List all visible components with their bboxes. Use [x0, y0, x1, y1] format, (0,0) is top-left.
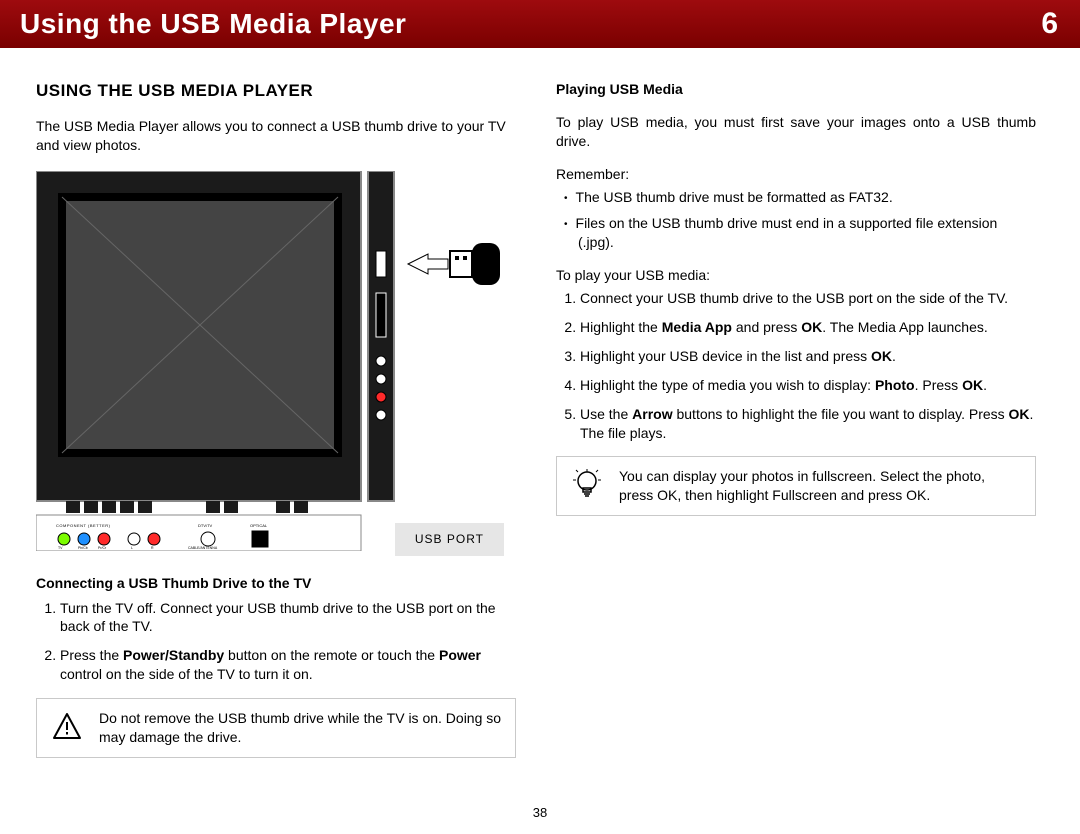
lightbulb-icon — [569, 467, 605, 503]
play-intro: To play USB media, you must first save y… — [556, 113, 1036, 151]
tip-text: You can display your photos in fullscree… — [619, 467, 1023, 505]
intro-paragraph: The USB Media Player allows you to conne… — [36, 117, 516, 155]
list-item: Files on the USB thumb drive must end in… — [578, 214, 1036, 252]
svg-text:DTV/TV: DTV/TV — [198, 523, 213, 528]
right-column: Playing USB Media To play USB media, you… — [556, 80, 1036, 758]
warning-icon — [49, 709, 85, 745]
page-body: USING THE USB MEDIA PLAYER The USB Media… — [0, 48, 1080, 758]
chapter-header: Using the USB Media Player 6 — [0, 0, 1080, 48]
chapter-title: Using the USB Media Player — [20, 8, 406, 40]
list-item: Connect your USB thumb drive to the USB … — [580, 289, 1036, 308]
section-heading: USING THE USB MEDIA PLAYER — [36, 80, 516, 103]
connect-heading: Connecting a USB Thumb Drive to the TV — [36, 574, 516, 593]
tip-callout: You can display your photos in fullscree… — [556, 456, 1036, 516]
warning-text: Do not remove the USB thumb drive while … — [99, 709, 503, 747]
usb-port-label: USB PORT — [395, 523, 504, 555]
usb-stick-icon — [450, 243, 500, 285]
tv-usb-illustration: COMPONENT (BETTER) DTV/TV OPTICAL TV Pb/… — [36, 171, 504, 556]
warning-callout: Do not remove the USB thumb drive while … — [36, 698, 516, 758]
list-item: Use the Arrow buttons to highlight the f… — [580, 405, 1036, 443]
svg-text:Pr/Cr: Pr/Cr — [98, 546, 107, 550]
svg-text:Pb/Cb: Pb/Cb — [78, 546, 88, 550]
remember-list: The USB thumb drive must be formatted as… — [556, 188, 1036, 253]
svg-text:CABLE/ANTENNA: CABLE/ANTENNA — [188, 546, 218, 550]
list-item: Turn the TV off. Connect your USB thumb … — [60, 599, 516, 637]
chapter-number: 6 — [1041, 7, 1058, 41]
remember-label: Remember: — [556, 165, 1036, 184]
list-item: Highlight your USB device in the list an… — [580, 347, 1036, 366]
tv-usb-svg: COMPONENT (BETTER) DTV/TV OPTICAL TV Pb/… — [36, 171, 504, 551]
svg-text:TV: TV — [58, 546, 63, 550]
page-number: 38 — [0, 805, 1080, 820]
list-item: Press the Power/Standby button on the re… — [60, 646, 516, 684]
svg-text:L: L — [131, 546, 133, 550]
play-steps: Connect your USB thumb drive to the USB … — [556, 289, 1036, 442]
left-column: USING THE USB MEDIA PLAYER The USB Media… — [36, 80, 516, 758]
svg-text:COMPONENT (BETTER): COMPONENT (BETTER) — [56, 523, 111, 528]
list-item: The USB thumb drive must be formatted as… — [578, 188, 1036, 207]
play-heading: Playing USB Media — [556, 80, 1036, 99]
list-item: Highlight the type of media you wish to … — [580, 376, 1036, 395]
connect-steps: Turn the TV off. Connect your USB thumb … — [36, 599, 516, 685]
svg-text:OPTICAL: OPTICAL — [250, 523, 268, 528]
list-item: Highlight the Media App and press OK. Th… — [580, 318, 1036, 337]
play-steps-label: To play your USB media: — [556, 266, 1036, 285]
